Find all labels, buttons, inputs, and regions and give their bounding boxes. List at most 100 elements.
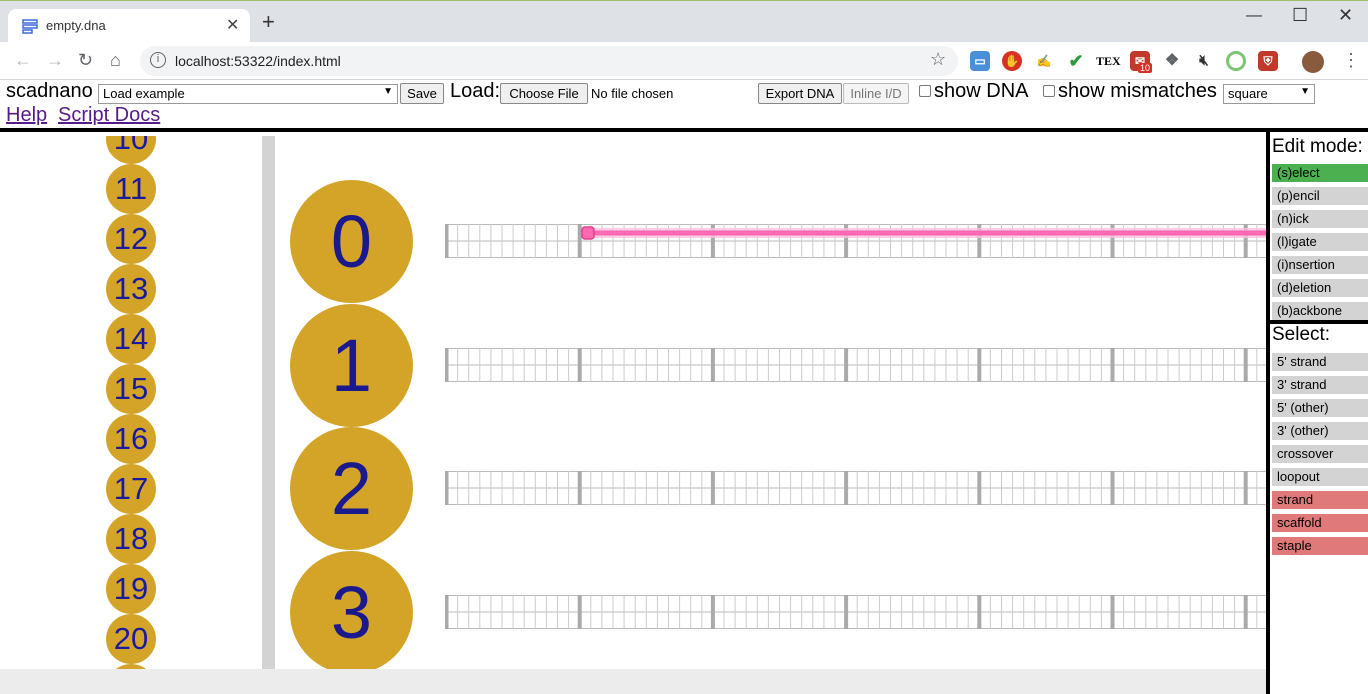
helix-circle-0[interactable]: 0: [290, 180, 413, 303]
home-icon[interactable]: ⌂: [110, 50, 121, 71]
maximize-icon[interactable]: ☐: [1292, 5, 1308, 26]
new-tab-icon[interactable]: +: [262, 11, 275, 33]
reload-icon[interactable]: ↻: [78, 50, 93, 71]
grid-type-select[interactable]: square ▼: [1223, 84, 1315, 104]
close-tab-icon[interactable]: ✕: [226, 15, 239, 35]
helix-grid-1[interactable]: [445, 348, 1268, 382]
chevron-down-icon: ▼: [1300, 86, 1310, 97]
browser-tab[interactable]: empty.dna ✕: [8, 9, 250, 43]
side-helix-circle[interactable]: 18: [106, 514, 156, 564]
minimize-icon[interactable]: —: [1246, 7, 1262, 25]
profile-avatar[interactable]: [1302, 51, 1324, 73]
edit-mode-title: Edit mode:: [1272, 136, 1363, 157]
mode-select-button[interactable]: (s)elect: [1272, 164, 1368, 182]
helix-circle-3[interactable]: 3: [290, 551, 413, 669]
mode-deletion-button[interactable]: (d)eletion: [1272, 279, 1368, 297]
side-panel-divider[interactable]: [262, 136, 275, 669]
side-helix-label: 18: [113, 521, 149, 556]
mode-nick-button[interactable]: (n)ick: [1272, 210, 1368, 228]
helix-grid-3[interactable]: [445, 595, 1268, 629]
helix-label: 2: [330, 447, 373, 530]
mode-insertion-button[interactable]: (i)nsertion: [1272, 256, 1368, 274]
helix-circle-1[interactable]: 1: [290, 304, 413, 427]
export-dna-button[interactable]: Export DNA: [758, 83, 842, 104]
side-helix-circle[interactable]: 15: [106, 364, 156, 414]
choose-file-button[interactable]: Choose File: [500, 83, 588, 104]
select-staple-button[interactable]: staple: [1272, 537, 1368, 555]
browser-menu-icon[interactable]: ⋮: [1342, 50, 1360, 71]
side-helix-label: 16: [113, 421, 149, 456]
mode-ligate-button[interactable]: (l)igate: [1272, 233, 1368, 251]
side-helix-label: 10: [113, 136, 149, 156]
select-scaffold-button[interactable]: scaffold: [1272, 514, 1368, 532]
address-bar[interactable]: i localhost:53322/index.html ☆: [140, 46, 958, 76]
app-menu-bar: scadnano Load example ▼ Save Load: Choos…: [0, 80, 1368, 128]
mode-backbone-button[interactable]: (b)ackbone: [1272, 302, 1368, 320]
tab-title: empty.dna: [46, 18, 106, 33]
script-docs-link[interactable]: Script Docs: [58, 104, 160, 127]
no-file-chosen-text: No file chosen: [591, 86, 674, 101]
scadnano-favicon-icon: [22, 19, 38, 34]
browser-toolbar: ← → ↻ ⌂ i localhost:53322/index.html ☆ ▭…: [0, 42, 1368, 80]
side-helix-circle[interactable]: 10: [106, 136, 156, 164]
extension-signature-icon[interactable]: ✍: [1034, 51, 1054, 71]
show-dna-checkbox[interactable]: [919, 85, 931, 97]
extension-tex-icon[interactable]: TEX: [1096, 51, 1121, 71]
side-helix-circle[interactable]: 11: [106, 164, 156, 214]
helix-grid-2[interactable]: [445, 471, 1268, 505]
side-helix-circle[interactable]: 14: [106, 314, 156, 364]
select-5prime-other-button[interactable]: 5' (other): [1272, 399, 1368, 417]
side-helix-circle[interactable]: 20: [106, 614, 156, 664]
select-3prime-other-button[interactable]: 3' (other): [1272, 422, 1368, 440]
app-name: scadnano: [6, 80, 93, 102]
side-helix-circle[interactable]: 17: [106, 464, 156, 514]
extension-chat-icon[interactable]: ▭: [970, 51, 990, 71]
side-helix-label: 19: [113, 571, 149, 606]
side-helix-label: 14: [113, 321, 149, 356]
forward-icon[interactable]: →: [46, 50, 64, 71]
bookmark-star-icon[interactable]: ☆: [930, 49, 946, 70]
show-mismatches-label: show mismatches: [1058, 80, 1217, 102]
url-text: localhost:53322/index.html: [175, 53, 341, 69]
side-helix-circle[interactable]: 13: [106, 264, 156, 314]
show-mismatches-checkbox[interactable]: [1043, 85, 1055, 97]
side-view-panel[interactable]: 10 11 12 13 14 15 16 17 18 19 20: [0, 136, 262, 669]
extension-check-icon[interactable]: ✔: [1066, 51, 1086, 71]
extension-adblock-icon[interactable]: ✋: [1002, 51, 1022, 71]
horizontal-scrollbar[interactable]: [0, 669, 1268, 694]
strand-5prime-end[interactable]: [581, 226, 595, 240]
side-helix-circle[interactable]: 19: [106, 564, 156, 614]
side-helix-label: 17: [113, 471, 149, 506]
main-view-panel[interactable]: 0 1 2 3: [275, 136, 1268, 669]
load-example-select[interactable]: Load example ▼: [98, 84, 398, 104]
site-info-icon[interactable]: i: [150, 52, 166, 68]
select-3prime-strand-button[interactable]: 3' strand: [1272, 376, 1368, 394]
extension-mute-icon[interactable]: 🔇︎: [1194, 51, 1214, 71]
mode-pencil-button[interactable]: (p)encil: [1272, 187, 1368, 205]
helix-label: 1: [330, 324, 373, 407]
back-icon[interactable]: ←: [14, 50, 32, 71]
extension-circle-icon[interactable]: [1226, 51, 1246, 71]
close-window-icon[interactable]: ✕: [1338, 5, 1353, 26]
select-5prime-strand-button[interactable]: 5' strand: [1272, 353, 1368, 371]
edit-mode-panel: Edit mode: (s)elect (p)encil (n)ick (l)i…: [1270, 132, 1368, 694]
select-title: Select:: [1272, 324, 1331, 345]
select-strand-button[interactable]: strand: [1272, 491, 1368, 509]
side-helix-label: 12: [113, 221, 149, 256]
side-helix-label: 20: [113, 621, 149, 656]
inline-id-button[interactable]: Inline I/D: [843, 83, 909, 104]
show-dna-label: show DNA: [934, 80, 1029, 102]
select-crossover-button[interactable]: crossover: [1272, 445, 1368, 463]
helix-label: 3: [330, 571, 373, 654]
side-helix-circle[interactable]: 16: [106, 414, 156, 464]
select-loopout-button[interactable]: loopout: [1272, 468, 1368, 486]
save-button[interactable]: Save: [400, 83, 444, 104]
side-helix-circle[interactable]: 12: [106, 214, 156, 264]
help-link[interactable]: Help: [6, 104, 47, 127]
load-example-value: Load example: [103, 86, 185, 101]
highlighted-strand[interactable]: [575, 224, 1268, 244]
extension-dropbox-icon[interactable]: ❖: [1162, 51, 1182, 71]
side-helix-label: 15: [113, 371, 149, 406]
extension-shield-icon[interactable]: ⛨: [1258, 51, 1278, 71]
helix-circle-2[interactable]: 2: [290, 427, 413, 550]
